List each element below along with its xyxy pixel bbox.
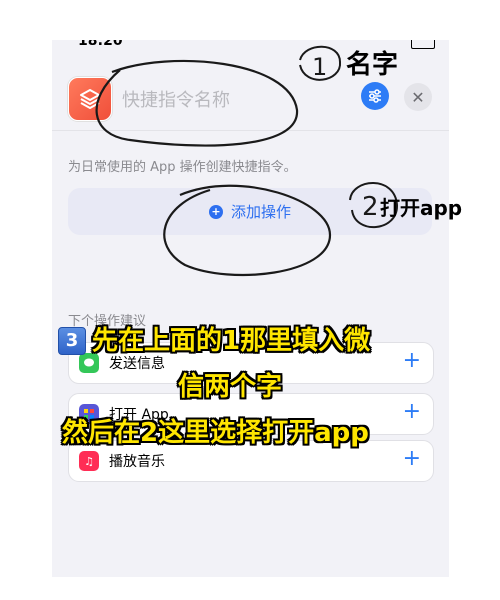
close-button[interactable]: ✕ [404,83,432,111]
add-icon[interactable]: + [403,349,421,373]
suggestion-label: 播放音乐 [109,454,165,470]
sliders-icon [369,89,381,103]
annotation-label-open-app: 打开app [380,196,463,220]
step-badge: 3 [58,327,86,355]
annotation-label-name: 名字 [346,50,399,80]
add-icon[interactable]: + [403,447,421,471]
overlay-instruction-line-1: 3 先在上面的1那里填入微 [58,320,370,357]
plus-circle-icon: + [208,204,223,219]
shortcuts-logo-icon [80,89,100,109]
status-time: 18:20 [78,40,123,49]
shortcut-editor-screen: 18:20 快捷指令名称 ✕ 为日常使用的 App 操作创建快捷指令。 + 添加… [52,40,449,577]
settings-button[interactable] [361,82,389,110]
overlay-instruction-line-2: 信两个字 [178,372,283,402]
battery-icon [411,40,435,49]
music-icon: ♫ [79,451,99,471]
close-icon: ✕ [411,87,425,107]
overlay-instruction-line-3: 然后在2这里选择打开app [62,418,369,448]
add-action-label: 添加操作 [230,203,291,221]
header-divider [52,130,449,131]
add-action-button[interactable]: + 添加操作 [68,188,432,235]
shortcut-name-input[interactable]: 快捷指令名称 [122,86,230,112]
add-icon[interactable]: + [403,400,421,424]
overlay-text-1: 先在上面的1那里填入微 [92,326,371,356]
description-text: 为日常使用的 App 操作创建快捷指令。 [68,160,297,175]
shortcut-icon[interactable] [68,77,112,121]
